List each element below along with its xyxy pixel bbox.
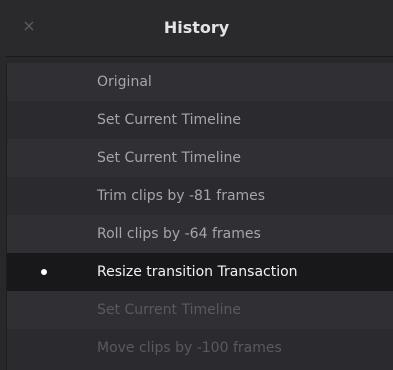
history-item-label: Set Current Timeline: [97, 302, 241, 318]
history-item-label: Resize transition Transaction: [97, 264, 298, 280]
history-item-label: Set Current Timeline: [97, 112, 241, 128]
history-item-label: Trim clips by -81 frames: [97, 188, 266, 204]
divider: [6, 56, 393, 57]
history-item-roll-clips[interactable]: Roll clips by -64 frames: [7, 215, 393, 253]
history-item-label: Original: [97, 74, 152, 90]
history-item-resize-transition[interactable]: Resize transition Transaction: [7, 253, 393, 291]
history-item-label: Roll clips by -64 frames: [97, 226, 261, 242]
title-bar: × History: [0, 0, 393, 56]
history-item-trim-clips[interactable]: Trim clips by -81 frames: [7, 177, 393, 215]
history-item-label: Set Current Timeline: [97, 150, 241, 166]
history-item-label: Move clips by -100 frames: [97, 340, 282, 356]
history-item-original[interactable]: Original: [7, 63, 393, 101]
history-item-set-current-timeline[interactable]: Set Current Timeline: [7, 101, 393, 139]
history-item-set-current-timeline[interactable]: Set Current Timeline: [7, 291, 393, 329]
current-state-dot-icon: [41, 269, 47, 275]
history-panel: × History Original Set Current Timeline …: [0, 0, 393, 370]
history-item-set-current-timeline[interactable]: Set Current Timeline: [7, 139, 393, 177]
panel-title: History: [163, 18, 230, 37]
history-list: Original Set Current Timeline Set Curren…: [6, 63, 393, 370]
history-item-move-clips[interactable]: Move clips by -100 frames: [7, 329, 393, 367]
